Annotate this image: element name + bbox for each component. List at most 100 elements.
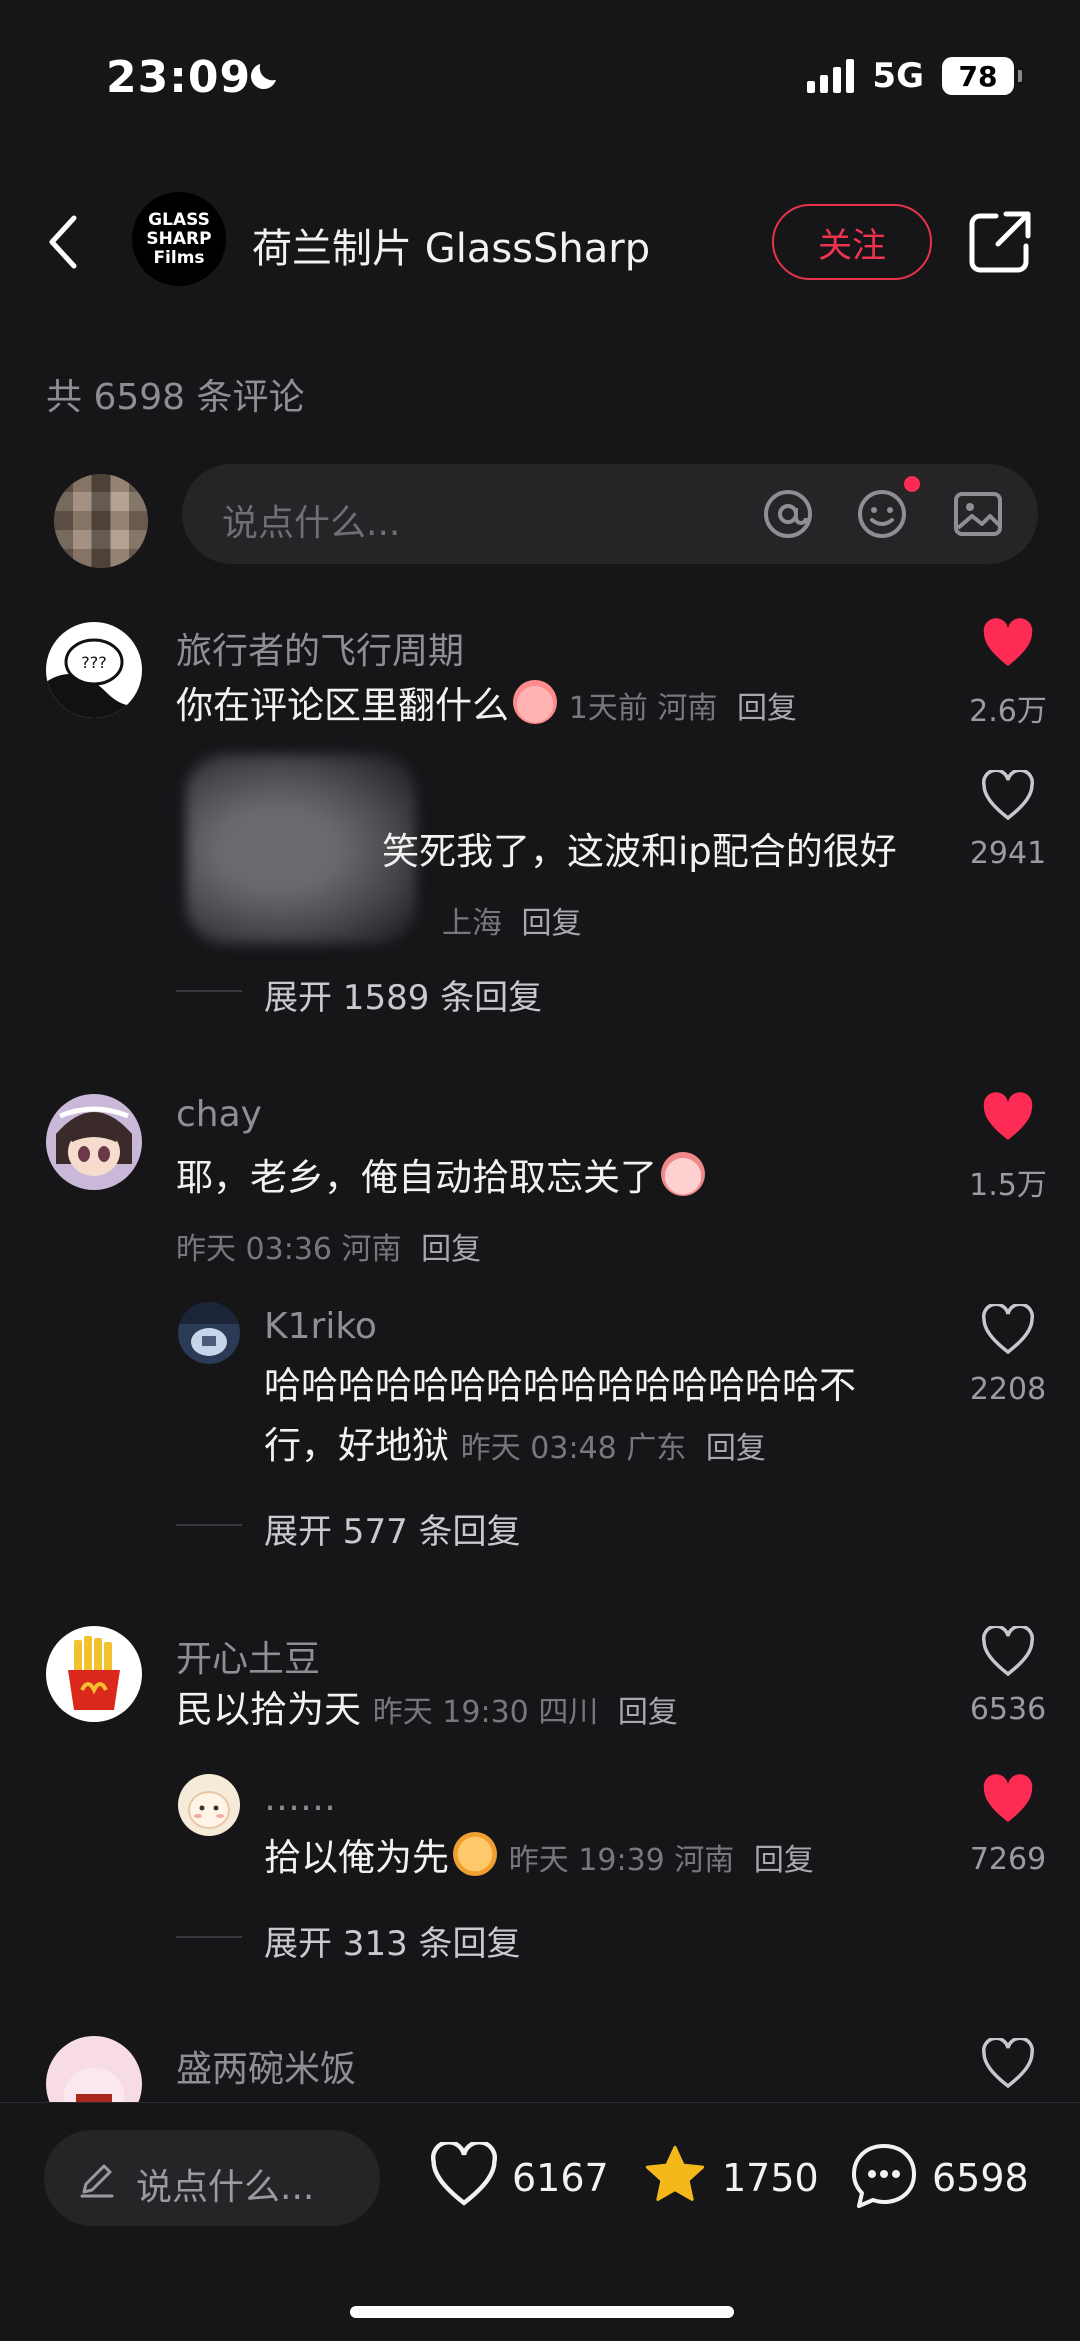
emoji-icon[interactable] xyxy=(854,486,910,542)
at-icon[interactable] xyxy=(760,486,816,542)
comment-username[interactable]: 盛两碗米饭 xyxy=(176,2040,356,2092)
avatar[interactable]: ??? xyxy=(46,622,142,718)
image-icon[interactable] xyxy=(950,486,1006,542)
status-time: 23:09 xyxy=(106,52,252,103)
reply-button[interactable]: 回复 xyxy=(421,1232,481,1267)
reply-username[interactable]: K1riko xyxy=(264,1306,377,1347)
expand-replies-button[interactable]: 展开 577 条回复 xyxy=(264,1504,521,1553)
follow-button[interactable]: 关注 xyxy=(772,204,932,280)
logo-line-3: Films xyxy=(153,247,205,268)
comment-text: 你在评论区里翻什么 1天前 河南 回复 xyxy=(176,676,797,739)
like-count: 1.5万 xyxy=(969,1168,1047,1203)
avatar[interactable] xyxy=(178,1302,240,1364)
comment-location: 河南 xyxy=(341,1232,402,1267)
reply-time: 昨天 03:48 xyxy=(460,1431,617,1466)
comment-username[interactable]: 开心土豆 xyxy=(176,1630,320,1682)
comment-username[interactable]: 旅行者的飞行周期 xyxy=(176,622,464,674)
post-favorite-count: 1750 xyxy=(722,2156,819,2200)
comment-location: 河南 xyxy=(657,691,718,726)
reply-location: 上海 xyxy=(442,906,502,941)
expand-divider xyxy=(176,1936,242,1938)
logo-line-1: GLASS xyxy=(148,209,210,230)
reply-button[interactable]: 回复 xyxy=(618,1695,678,1730)
reply-meta: 昨天 03:48 广东 回复 xyxy=(461,1431,766,1466)
expand-divider xyxy=(176,990,242,992)
battery-level: 78 xyxy=(958,59,998,93)
reply-body: 拾以俺为先 xyxy=(264,1836,449,1879)
heart-icon[interactable] xyxy=(980,1774,1036,1826)
heart-outline-icon[interactable] xyxy=(428,2142,500,2208)
share-icon[interactable] xyxy=(966,208,1034,276)
reply-text: 拾以俺为先 昨天 19:39 河南 回复 xyxy=(264,1828,814,1891)
battery-icon: 78 xyxy=(942,57,1022,95)
svg-text:???: ??? xyxy=(81,653,106,672)
reply-username[interactable]: …… xyxy=(264,1778,336,1819)
comment-text: 民以拾为天 昨天 19:30 四川 回复 xyxy=(176,1680,678,1743)
comment-text: 耶，老乡，俺自动拾取忘关了 xyxy=(176,1148,705,1208)
avatar[interactable] xyxy=(46,1626,142,1722)
reply-meta: 昨天 19:39 河南 回复 xyxy=(509,1843,814,1878)
like-count: 2.6万 xyxy=(969,694,1047,729)
comment-location: 四川 xyxy=(538,1695,599,1730)
comment-time: 昨天 19:30 xyxy=(372,1695,529,1730)
reply-button[interactable]: 回复 xyxy=(522,906,582,941)
signal-icon xyxy=(807,59,855,93)
comment-input-placeholder: 说点什么... xyxy=(222,503,401,544)
heart-icon[interactable] xyxy=(980,618,1036,670)
reply-body-end: 行，好地狱 xyxy=(264,1424,449,1467)
like-count: 7269 xyxy=(969,1842,1047,1877)
comment-body: 你在评论区里翻什么 xyxy=(176,684,509,727)
home-indicator xyxy=(350,2306,734,2318)
comment-meta: 昨天 03:36 河南 回复 xyxy=(176,1224,481,1268)
like-count: 2208 xyxy=(969,1372,1047,1407)
account-avatar[interactable]: GLASS SHARP Films xyxy=(132,192,226,286)
avatar[interactable] xyxy=(46,1094,142,1190)
heart-icon[interactable] xyxy=(980,1092,1036,1144)
reply-location: 河南 xyxy=(674,1843,735,1878)
avatar[interactable] xyxy=(178,1774,240,1836)
logo-line-2: SHARP xyxy=(146,228,212,249)
heart-outline-icon[interactable] xyxy=(980,1304,1036,1356)
reply-button[interactable]: 回复 xyxy=(737,691,797,726)
comment-bubble-icon[interactable] xyxy=(848,2140,920,2212)
emoji-crying-icon xyxy=(661,1152,705,1196)
reply-text-line-1: 哈哈哈哈哈哈哈哈哈哈哈哈哈哈哈不 xyxy=(264,1364,856,1407)
expand-replies-button[interactable]: 展开 313 条回复 xyxy=(264,1916,521,1965)
like-count: 6536 xyxy=(969,1692,1047,1727)
reply-button[interactable]: 回复 xyxy=(754,1843,814,1878)
reply-button[interactable]: 回复 xyxy=(706,1431,766,1466)
reply-meta: 上海 回复 xyxy=(442,898,582,942)
expand-divider xyxy=(176,1524,242,1526)
reply-time: 昨天 19:39 xyxy=(508,1843,665,1878)
reply-location: 广东 xyxy=(626,1431,687,1466)
my-avatar xyxy=(54,474,148,568)
heart-outline-icon[interactable] xyxy=(980,1626,1036,1678)
like-count: 2941 xyxy=(969,836,1047,871)
post-like-count: 6167 xyxy=(512,2156,609,2200)
comment-meta: 1天前 河南 回复 xyxy=(569,691,797,726)
star-icon[interactable] xyxy=(638,2140,712,2210)
emoji-peach-icon xyxy=(513,680,557,724)
emoji-blush-icon xyxy=(453,1832,497,1876)
comment-body: 耶，老乡，俺自动拾取忘关了 xyxy=(176,1156,657,1199)
reply-text: 笑死我了，这波和ip配合的很好 xyxy=(382,830,897,873)
network-type: 5G xyxy=(872,56,924,96)
emoji-notification-dot xyxy=(904,476,920,492)
reply-text-line-2: 行，好地狱 昨天 03:48 广东 回复 xyxy=(264,1416,766,1479)
account-name[interactable]: 荷兰制片 GlassSharp xyxy=(252,216,650,274)
comment-body: 民以拾为天 xyxy=(176,1688,361,1731)
expand-replies-button[interactable]: 展开 1589 条回复 xyxy=(264,970,542,1019)
moon-icon xyxy=(250,64,276,90)
comment-time: 1天前 xyxy=(568,691,648,726)
comment-count: 共 6598 条评论 xyxy=(46,377,305,418)
heart-outline-icon[interactable] xyxy=(980,2038,1036,2090)
comment-time: 昨天 03:36 xyxy=(176,1232,332,1267)
comment-meta: 昨天 19:30 四川 回复 xyxy=(373,1695,678,1730)
status-indicators: 5G 78 xyxy=(807,56,1022,96)
comment-username[interactable]: chay xyxy=(176,1094,262,1135)
bottom-input-placeholder: 说点什么... xyxy=(136,2167,315,2208)
heart-outline-icon[interactable] xyxy=(980,770,1036,822)
post-comment-count: 6598 xyxy=(932,2156,1029,2200)
pencil-icon xyxy=(80,2164,114,2198)
chevron-left-icon[interactable] xyxy=(42,212,86,272)
